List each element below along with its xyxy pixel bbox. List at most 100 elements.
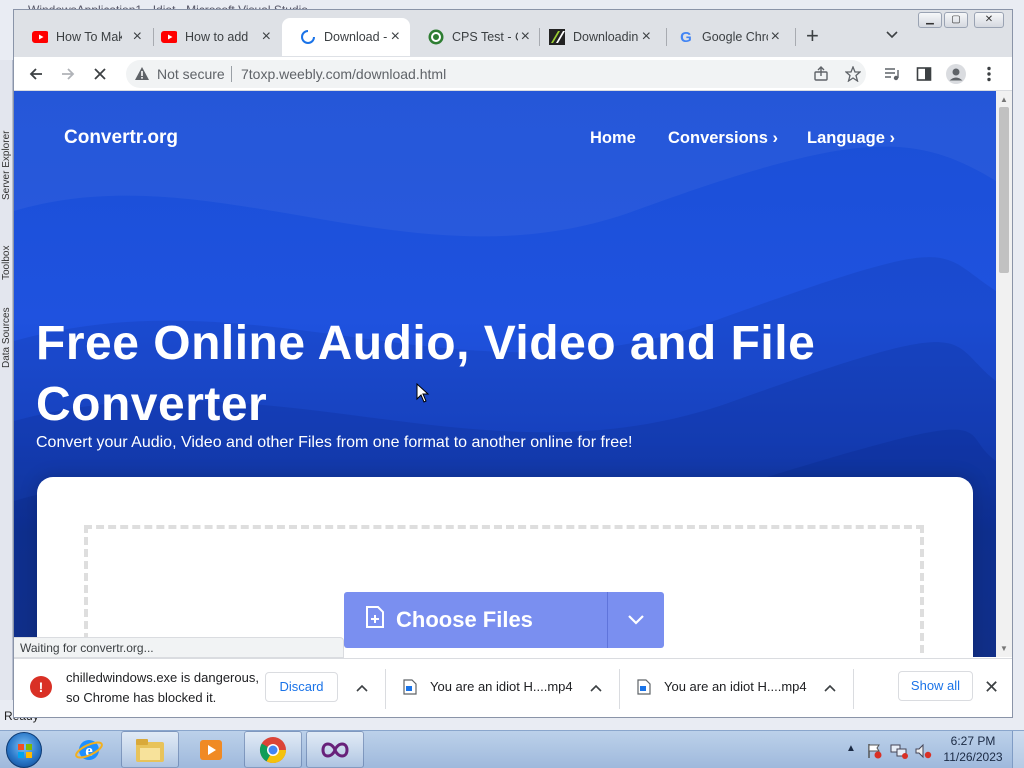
- nav-language[interactable]: Language ›: [807, 129, 895, 148]
- chrome-icon: [259, 736, 287, 763]
- tab-how-to-make[interactable]: How To Make ×: [14, 18, 152, 56]
- download-item-name[interactable]: You are an idiot H....mp4: [664, 679, 807, 694]
- omnibox-divider: [231, 66, 232, 82]
- shelf-separator: [619, 669, 620, 709]
- chevron-up-icon[interactable]: [356, 680, 368, 695]
- media-player-icon: [200, 739, 222, 760]
- discard-button[interactable]: Discard: [265, 672, 338, 702]
- forward-arrow-icon[interactable]: [58, 64, 78, 84]
- status-bubble: Waiting for convertr.org...: [14, 637, 344, 658]
- close-icon[interactable]: ×: [262, 29, 271, 45]
- scroll-down-arrow-icon[interactable]: ▼: [1000, 644, 1008, 653]
- tab-title: CPS Test - C: [452, 30, 518, 44]
- vs-side-tab-toolbox[interactable]: Toolbox: [1, 220, 12, 280]
- tab-how-to-add[interactable]: How to add ×: [143, 18, 281, 56]
- taskbar: e ▲ 6:27 PM 11/26/2023: [0, 730, 1024, 768]
- choose-files-button[interactable]: Choose Files: [344, 592, 607, 648]
- start-button[interactable]: [6, 732, 42, 768]
- close-icon[interactable]: ×: [642, 29, 651, 45]
- taskbar-internet-explorer[interactable]: e: [60, 731, 118, 768]
- close-icon[interactable]: ×: [133, 29, 142, 45]
- maximize-button[interactable]: ▢: [944, 12, 968, 28]
- address-bar[interactable]: Not secure 7toxp.weebly.com/download.htm…: [126, 60, 866, 88]
- close-icon[interactable]: ×: [771, 29, 780, 45]
- loading-spinner-icon: [300, 29, 316, 45]
- choose-files-label: Choose Files: [396, 607, 533, 632]
- kebab-menu-icon[interactable]: [979, 64, 999, 84]
- tab-title: How to add: [185, 30, 249, 44]
- back-arrow-icon[interactable]: [26, 64, 46, 84]
- tab-separator: [795, 28, 796, 46]
- vs-side-tab-server-explorer[interactable]: Server Explorer: [1, 80, 12, 200]
- show-all-button[interactable]: Show all: [898, 671, 973, 701]
- action-center-flag-icon[interactable]: [866, 743, 882, 762]
- tab-search-chevron-icon[interactable]: [886, 27, 898, 42]
- nav-home-label: Home: [590, 129, 636, 147]
- chrome-window: ▁ ▢ ✕ How To Make × How to add × Downloa…: [13, 9, 1013, 718]
- volume-muted-icon[interactable]: [914, 743, 932, 762]
- download-item-name[interactable]: You are an idiot H....mp4: [430, 679, 573, 694]
- tab-title: Google Chro: [702, 30, 768, 44]
- stop-x-icon[interactable]: [90, 64, 110, 84]
- show-desktop-button[interactable]: [1012, 731, 1024, 768]
- nav-home[interactable]: Home: [590, 129, 636, 148]
- close-icon[interactable]: ×: [391, 29, 400, 45]
- internet-explorer-icon: e: [75, 739, 103, 760]
- scroll-up-arrow-icon[interactable]: ▲: [1000, 95, 1008, 104]
- tab-cps-test[interactable]: CPS Test - C ×: [410, 18, 540, 56]
- windows-logo-icon: [18, 744, 32, 758]
- tab-google-chrome[interactable]: G Google Chro ×: [660, 18, 790, 56]
- security-status-label[interactable]: Not secure: [157, 66, 225, 82]
- mouse-cursor-icon: [416, 383, 430, 403]
- site-logo[interactable]: Convertr.org: [64, 127, 178, 149]
- taskbar-media-player[interactable]: [182, 731, 240, 768]
- file-add-icon: [366, 606, 384, 634]
- warning-triangle-icon[interactable]: [134, 66, 150, 84]
- network-icon[interactable]: [890, 743, 908, 762]
- side-panel-icon[interactable]: [914, 64, 934, 84]
- vs-side-tab-data-sources[interactable]: Data Sources: [1, 288, 12, 368]
- chevron-up-icon[interactable]: [590, 680, 602, 695]
- taskbar-file-explorer[interactable]: [121, 731, 179, 768]
- profile-avatar-icon[interactable]: [946, 64, 966, 84]
- new-tab-plus-icon[interactable]: +: [806, 25, 819, 47]
- close-icon[interactable]: ✕: [984, 678, 999, 696]
- minimize-button[interactable]: ▁: [918, 12, 942, 28]
- chevron-right-icon: ›: [889, 129, 896, 147]
- choose-files-dropdown-button[interactable]: [607, 592, 664, 648]
- hero-subtitle: Convert your Audio, Video and other File…: [36, 434, 633, 451]
- hero-title: Free Online Audio, Video and File Conver…: [36, 317, 816, 431]
- nav-conversions[interactable]: Conversions ›: [668, 129, 778, 148]
- close-icon[interactable]: ×: [521, 29, 530, 45]
- video-file-icon: [403, 679, 417, 698]
- taskbar-visual-studio[interactable]: [306, 731, 364, 768]
- scrollbar-thumb[interactable]: [999, 107, 1009, 273]
- google-icon: G: [680, 28, 692, 46]
- bookmark-star-icon[interactable]: [843, 64, 863, 84]
- file-explorer-icon: [136, 738, 164, 762]
- tab-title: How To Make: [56, 30, 122, 44]
- nav-language-label: Language: [807, 129, 885, 147]
- blocked-download-message: chilledwindows.exe is dangerous, so Chro…: [66, 670, 259, 705]
- download-shelf: ! chilledwindows.exe is dangerous, so Ch…: [14, 658, 1012, 717]
- taskbar-clock[interactable]: 6:27 PM 11/26/2023: [938, 733, 1008, 765]
- tab-title: Downloading: [573, 30, 639, 44]
- tab-downloading[interactable]: Downloading ×: [531, 18, 661, 56]
- chevron-down-icon: [628, 613, 644, 628]
- taskbar-chrome[interactable]: [244, 731, 302, 768]
- shelf-separator: [853, 669, 854, 709]
- clock-time: 6:27 PM: [950, 734, 996, 748]
- chevron-up-icon[interactable]: [824, 680, 836, 695]
- chevron-right-icon: ›: [772, 129, 779, 147]
- url-text[interactable]: 7toxp.weebly.com/download.html: [241, 66, 446, 82]
- page-scrollbar[interactable]: ▲ ▼: [996, 91, 1012, 657]
- tab-strip: ▁ ▢ ✕ How To Make × How to add × Downloa…: [14, 10, 1012, 57]
- cps-icon: [428, 29, 444, 45]
- visual-studio-icon: [321, 742, 349, 757]
- tab-download[interactable]: Download - ×: [282, 18, 410, 56]
- close-window-button[interactable]: ✕: [974, 12, 1004, 28]
- share-icon[interactable]: [811, 64, 831, 84]
- tray-expand-arrow-icon[interactable]: ▲: [846, 743, 856, 754]
- media-queue-icon[interactable]: [882, 64, 902, 84]
- web-page-viewport: Convertr.org Home Conversions › Language…: [14, 91, 996, 657]
